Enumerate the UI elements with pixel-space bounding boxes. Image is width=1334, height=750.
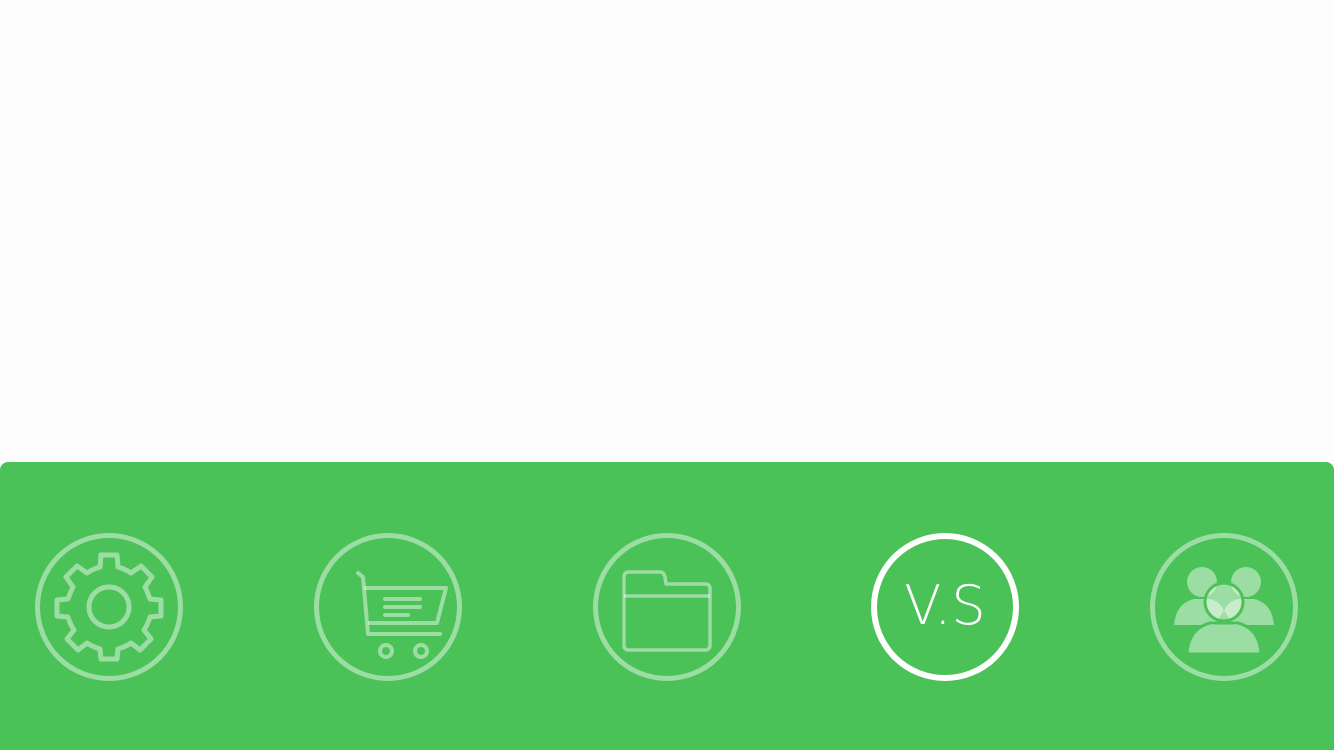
tab-folder[interactable] [593, 533, 741, 681]
gear-icon [49, 547, 169, 667]
shopping-cart-icon [328, 547, 448, 667]
tab-settings[interactable] [35, 533, 183, 681]
group-users-icon [1164, 547, 1284, 667]
tab-users[interactable] [1150, 533, 1298, 681]
tab-vs[interactable]: V.S [871, 533, 1019, 681]
bottom-tab-bar: V.S [0, 462, 1334, 750]
folder-icon [607, 547, 727, 667]
tab-cart[interactable] [314, 533, 462, 681]
tab-vs-label: V.S [904, 574, 986, 637]
main-content-area [0, 0, 1334, 462]
